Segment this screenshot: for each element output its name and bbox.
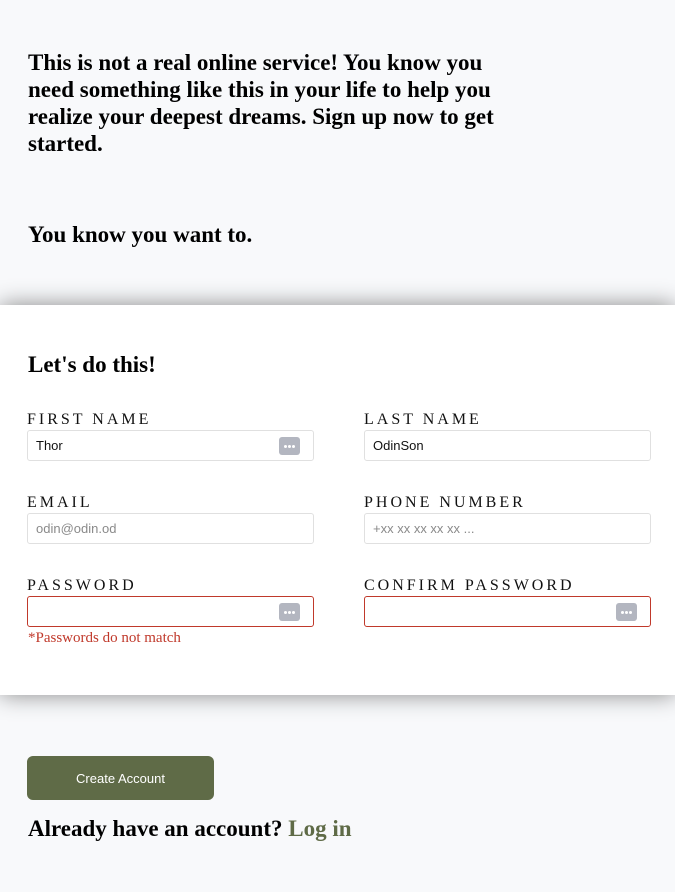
- confirm-password-label: CONFIRM PASSWORD: [364, 577, 575, 594]
- phone-label: PHONE NUMBER: [364, 494, 526, 511]
- confirm-password-input[interactable]: [365, 597, 605, 626]
- form-heading: Let's do this!: [28, 352, 156, 377]
- confirm-password-field[interactable]: [364, 596, 651, 627]
- first-name-input[interactable]: [28, 431, 268, 460]
- password-field[interactable]: [27, 596, 314, 627]
- login-prompt: Already have an account? Log in: [28, 815, 352, 843]
- intro-paragraph: This is not a real online service! You k…: [28, 50, 494, 156]
- password-input[interactable]: [28, 597, 268, 626]
- email-label: EMAIL: [27, 494, 93, 511]
- create-account-button[interactable]: Create Account: [27, 756, 214, 800]
- password-manager-icon[interactable]: [616, 603, 637, 621]
- login-prompt-text: Already have an account?: [28, 816, 283, 841]
- phone-input[interactable]: [365, 514, 605, 543]
- password-label: PASSWORD: [27, 577, 137, 594]
- email-input[interactable]: [28, 514, 268, 543]
- last-name-label: LAST NAME: [364, 411, 482, 428]
- last-name-input[interactable]: [365, 431, 605, 460]
- password-manager-icon[interactable]: [279, 603, 300, 621]
- intro-tagline: You know you want to.: [28, 222, 253, 247]
- phone-field[interactable]: [364, 513, 651, 544]
- first-name-field[interactable]: [27, 430, 314, 461]
- last-name-field[interactable]: [364, 430, 651, 461]
- password-mismatch-error: *Passwords do not match: [28, 630, 181, 646]
- login-link[interactable]: Log in: [288, 816, 351, 841]
- first-name-label: FIRST NAME: [27, 411, 152, 428]
- signup-form-card: Let's do this! FIRST NAME LAST NAME EMAI…: [0, 305, 675, 695]
- email-field[interactable]: [27, 513, 314, 544]
- password-manager-icon[interactable]: [279, 437, 300, 455]
